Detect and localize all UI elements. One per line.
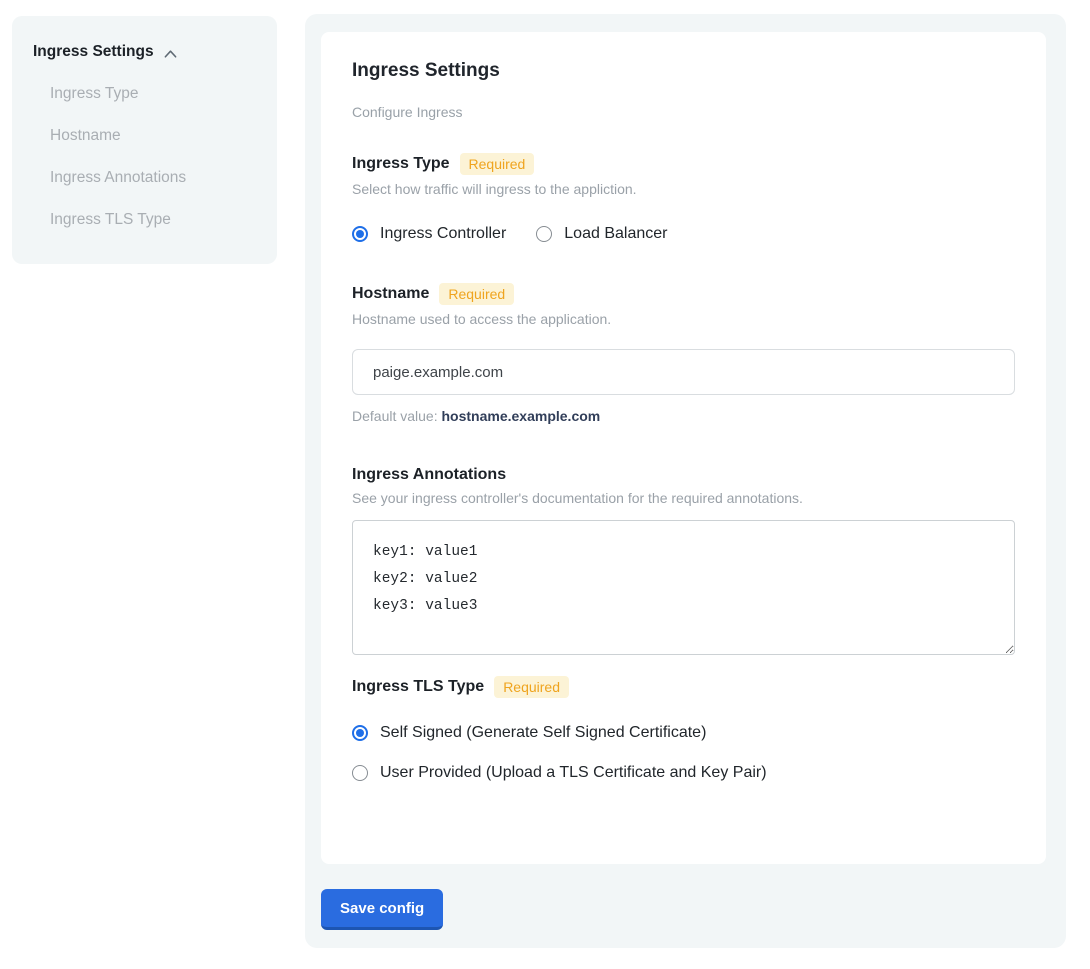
radio-option-self-signed[interactable]: Self Signed (Generate Self Signed Certif… [352, 724, 1015, 742]
radio-label: Ingress Controller [380, 225, 506, 243]
nav-item-ingress-type[interactable]: Ingress Type [50, 85, 257, 103]
ingress-type-description: Select how traffic will ingress to the a… [352, 181, 1015, 197]
radio-option-ingress-controller[interactable]: Ingress Controller [352, 225, 506, 243]
nav-item-ingress-tls-type[interactable]: Ingress TLS Type [50, 211, 257, 229]
nav-item-hostname[interactable]: Hostname [50, 127, 257, 145]
annotations-label: Ingress Annotations [352, 466, 506, 484]
field-ingress-tls-type: Ingress TLS Type Required Self Signed (G… [352, 676, 1015, 782]
field-hostname: Hostname Required Hostname used to acces… [352, 283, 1015, 424]
required-badge: Required [494, 676, 569, 698]
page-subtitle: Configure Ingress [352, 104, 1015, 120]
radio-selected-icon[interactable] [352, 226, 368, 242]
settings-panel: Ingress Settings Configure Ingress Ingre… [305, 14, 1066, 948]
nav-items: Ingress Type Hostname Ingress Annotation… [50, 85, 257, 229]
default-value-label: Default value: [352, 408, 438, 424]
required-badge: Required [439, 283, 514, 305]
radio-option-user-provided[interactable]: User Provided (Upload a TLS Certificate … [352, 764, 1015, 782]
annotations-textarea[interactable]: key1: value1 key2: value2 key3: value3 [352, 520, 1015, 655]
ingress-settings-card: Ingress Settings Configure Ingress Ingre… [321, 32, 1046, 864]
radio-label: Self Signed (Generate Self Signed Certif… [380, 724, 706, 742]
tls-type-label: Ingress TLS Type [352, 678, 484, 696]
radio-label: User Provided (Upload a TLS Certificate … [380, 764, 767, 782]
ingress-type-label: Ingress Type [352, 155, 450, 173]
radio-selected-icon[interactable] [352, 725, 368, 741]
radio-option-load-balancer[interactable]: Load Balancer [536, 225, 667, 243]
page-title: Ingress Settings [352, 60, 1015, 82]
tls-type-options: Self Signed (Generate Self Signed Certif… [352, 724, 1015, 782]
nav-item-ingress-annotations[interactable]: Ingress Annotations [50, 169, 257, 187]
nav-section-ingress-settings[interactable]: Ingress Settings [33, 43, 257, 61]
required-badge: Required [460, 153, 535, 175]
radio-unselected-icon[interactable] [536, 226, 552, 242]
field-ingress-type: Ingress Type Required Select how traffic… [352, 153, 1015, 243]
settings-nav: Ingress Settings Ingress Type Hostname I… [12, 16, 277, 264]
ingress-type-options: Ingress Controller Load Balancer [352, 225, 1015, 243]
hostname-input[interactable] [352, 349, 1015, 395]
annotations-description: See your ingress controller's documentat… [352, 490, 1015, 506]
radio-label: Load Balancer [564, 225, 667, 243]
radio-unselected-icon[interactable] [352, 765, 368, 781]
hostname-description: Hostname used to access the application. [352, 311, 1015, 327]
nav-section-title: Ingress Settings [33, 43, 154, 61]
hostname-label: Hostname [352, 285, 429, 303]
hostname-default-value: Default value: hostname.example.com [352, 408, 1015, 424]
default-value-text: hostname.example.com [442, 408, 601, 424]
field-ingress-annotations: Ingress Annotations See your ingress con… [352, 466, 1015, 655]
save-config-button[interactable]: Save config [321, 889, 443, 930]
chevron-up-icon [163, 45, 178, 60]
